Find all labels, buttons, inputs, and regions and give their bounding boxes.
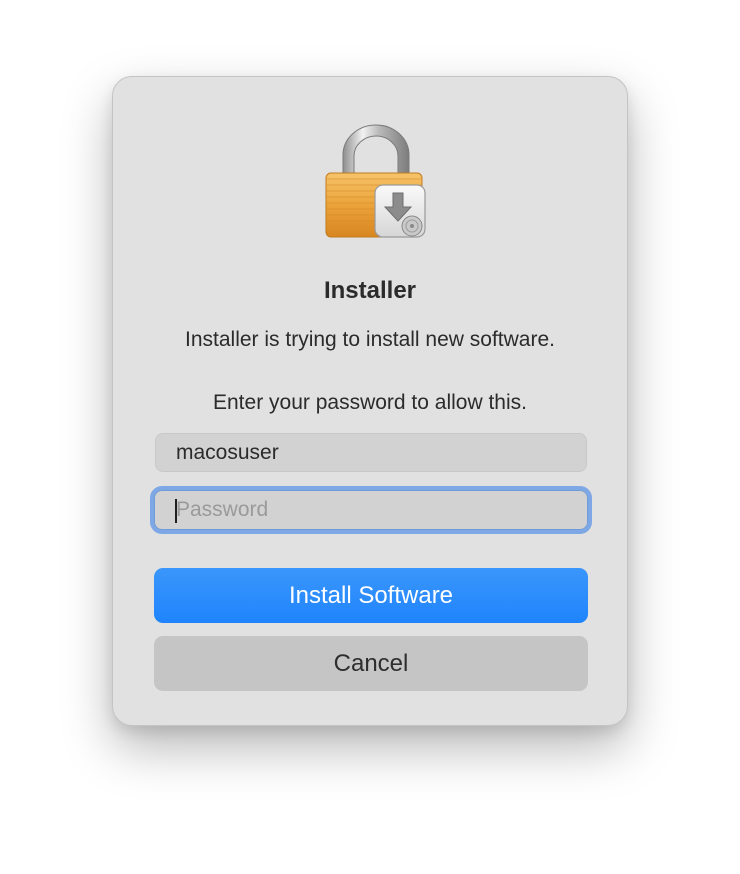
dialog-title: Installer — [323, 277, 417, 304]
password-prompt: Enter your password to allow this. — [213, 391, 527, 414]
authentication-dialog: Installer Installer is trying to install… — [112, 76, 628, 726]
password-field[interactable] — [154, 490, 588, 530]
username-field[interactable]: macosuser — [155, 433, 587, 472]
cancel-button[interactable]: Cancel — [154, 636, 588, 691]
lock-with-installer-badge-icon — [323, 123, 429, 239]
install-software-button[interactable]: Install Software — [154, 568, 588, 623]
password-field-focus-ring — [150, 486, 592, 534]
dialog-message: Installer is trying to install new softw… — [185, 328, 555, 351]
text-cursor — [175, 499, 177, 523]
